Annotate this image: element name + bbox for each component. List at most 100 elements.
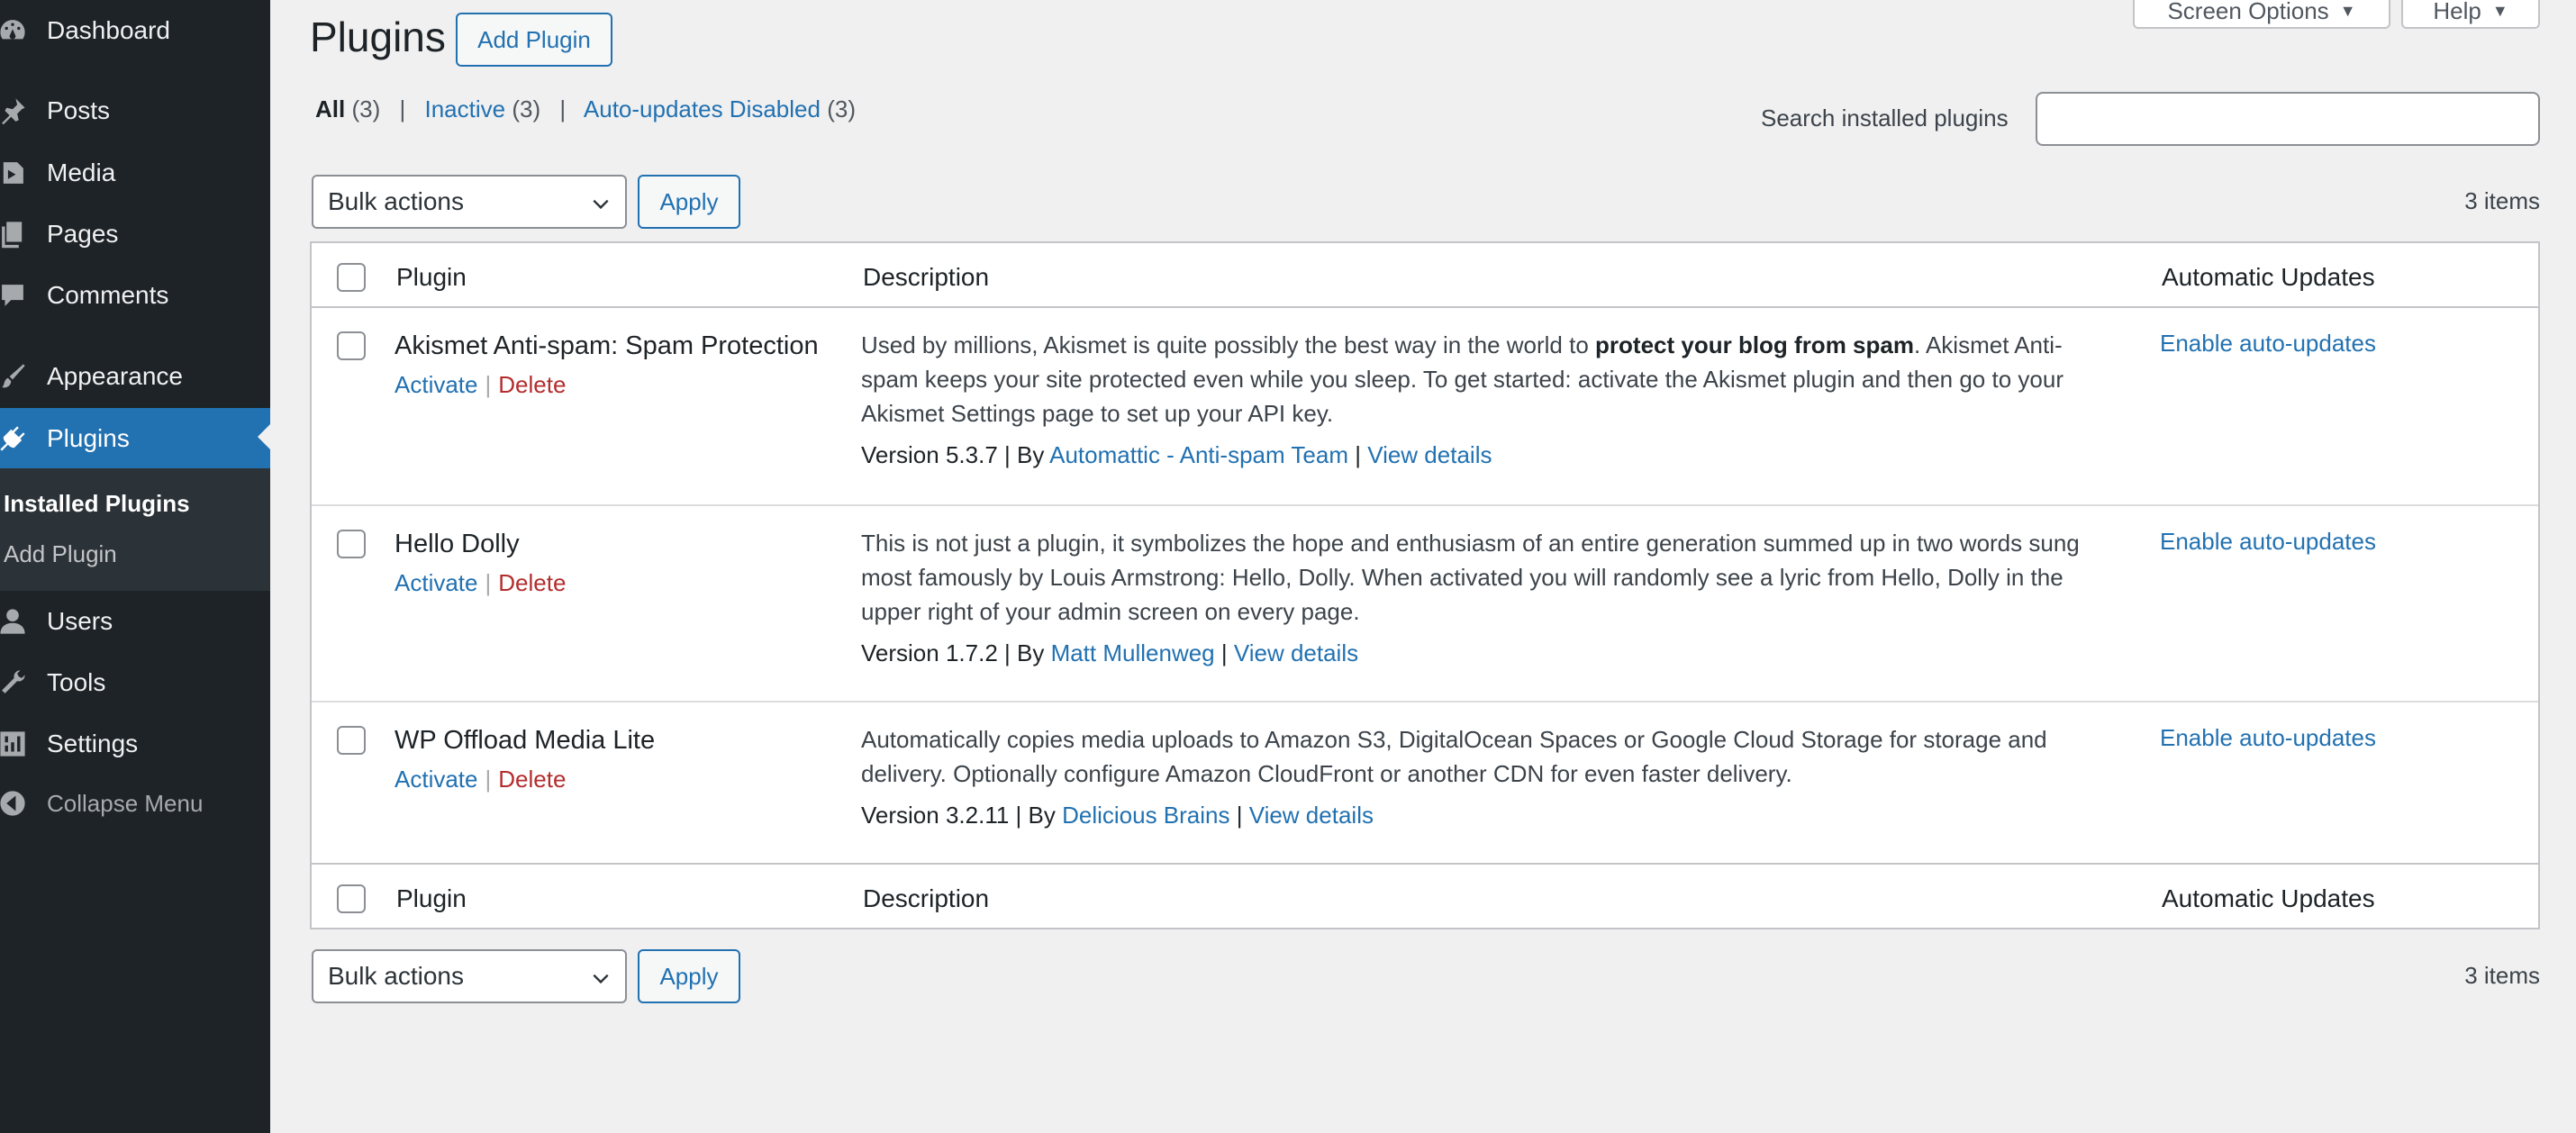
help-button[interactable]: Help ▼ xyxy=(2401,0,2540,29)
row-checkbox[interactable] xyxy=(337,530,366,558)
author-link[interactable]: Delicious Brains xyxy=(1062,802,1229,829)
triangle-down-icon: ▼ xyxy=(2491,1,2508,20)
filter-inactive-link[interactable]: Inactive xyxy=(424,95,505,122)
sidebar-item-posts[interactable]: Posts xyxy=(0,82,270,140)
sidebar-item-label: Tools xyxy=(47,668,106,696)
row-checkbox[interactable] xyxy=(337,331,366,360)
triangle-down-icon: ▼ xyxy=(2339,1,2356,20)
plugin-name: WP Offload Media Lite xyxy=(395,726,656,755)
settings-icon xyxy=(0,726,31,762)
delete-link[interactable]: Delete xyxy=(498,766,566,793)
view-details-link[interactable]: View details xyxy=(1234,639,1358,666)
filter-separator: | xyxy=(399,95,406,122)
apply-button-bottom[interactable]: Apply xyxy=(638,949,740,1003)
sidebar-item-dashboard[interactable]: Dashboard xyxy=(0,2,270,59)
activate-link[interactable]: Activate xyxy=(395,569,478,596)
search-label: Search installed plugins xyxy=(1761,104,2009,131)
delete-link[interactable]: Delete xyxy=(498,569,566,596)
sidebar-item-label: Posts xyxy=(47,96,111,124)
screen-options-button[interactable]: Screen Options ▼ xyxy=(2133,0,2390,29)
sidebar-item-tools[interactable]: Tools xyxy=(0,654,270,712)
activate-link[interactable]: Activate xyxy=(395,766,478,793)
sidebar-item-label: Settings xyxy=(47,730,139,757)
enable-auto-updates-link[interactable]: Enable auto-updates xyxy=(2160,528,2376,556)
sidebar-item-users[interactable]: Users xyxy=(0,593,270,650)
sidebar-item-appearance[interactable]: Appearance xyxy=(0,348,270,405)
wrench-icon xyxy=(0,665,31,701)
bulk-actions-value: Bulk actions xyxy=(328,962,464,990)
sidebar-item-label: Pages xyxy=(47,220,119,248)
column-header-description: Description xyxy=(863,263,990,291)
filter-all-label[interactable]: All xyxy=(315,95,345,122)
bulk-actions-value: Bulk actions xyxy=(328,187,464,215)
sidebar-item-plugins[interactable]: Plugins xyxy=(0,408,270,469)
view-details-link[interactable]: View details xyxy=(1249,802,1374,829)
sidebar-item-label: Comments xyxy=(47,281,169,309)
add-plugin-button[interactable]: Add Plugin xyxy=(456,13,612,67)
table-row: WP Offload Media Lite Activate | Delete Au… xyxy=(312,701,2538,863)
user-icon xyxy=(0,603,31,639)
row-actions: Activate | Delete xyxy=(395,766,566,793)
filter-inactive-count: (3) xyxy=(512,95,541,122)
select-all-checkbox-bottom[interactable] xyxy=(337,884,366,913)
description-text: Used by millions, Akismet is quite possi… xyxy=(861,331,1596,358)
search-input[interactable] xyxy=(2036,92,2540,146)
plugin-description: Automatically copies media uploads to Am… xyxy=(861,726,2047,787)
enable-auto-updates-link[interactable]: Enable auto-updates xyxy=(2160,330,2376,358)
filter-all-count: (3) xyxy=(351,95,381,122)
admin-sidebar: Dashboard Posts Media Pages Comments App… xyxy=(0,0,270,1133)
delete-link[interactable]: Delete xyxy=(498,371,566,398)
by-text: By xyxy=(1028,802,1056,829)
view-details-link[interactable]: View details xyxy=(1367,441,1492,468)
by-text: By xyxy=(1016,441,1045,468)
filter-auto-updates-count: (3) xyxy=(827,95,856,122)
pages-icon xyxy=(0,216,31,252)
filter-separator: | xyxy=(559,95,567,122)
sidebar-item-label: Plugins xyxy=(47,424,130,452)
row-checkbox[interactable] xyxy=(337,726,366,755)
sidebar-item-label: Collapse Menu xyxy=(47,789,204,817)
collapse-menu-button[interactable]: Collapse Menu xyxy=(0,775,270,832)
plugin-version-info: Version 3.2.11 | By Delicious Brains | V… xyxy=(861,802,1374,829)
sidebar-item-comments[interactable]: Comments xyxy=(0,267,270,324)
plugin-status-filters: All (3) | Inactive (3) | Auto-updates Di… xyxy=(315,95,856,123)
sidebar-item-settings[interactable]: Settings xyxy=(0,715,270,773)
filter-auto-updates-disabled-link[interactable]: Auto-updates Disabled xyxy=(584,95,821,122)
items-count-bottom: 3 items xyxy=(2464,962,2540,989)
table-row: Akismet Anti-spam: Spam Protection Activ… xyxy=(312,308,2538,504)
plugins-submenu: Installed Plugins Add Plugin xyxy=(0,468,270,591)
action-separator: | xyxy=(485,766,492,793)
action-separator: | xyxy=(485,569,492,596)
column-footer-plugin: Plugin xyxy=(396,884,467,912)
column-header-automatic-updates: Automatic Updates xyxy=(2162,263,2375,291)
items-count-top: 3 items xyxy=(2464,187,2540,214)
collapse-icon xyxy=(0,785,31,821)
select-all-checkbox[interactable] xyxy=(337,263,366,292)
sidebar-item-media[interactable]: Media xyxy=(0,144,270,202)
sidebar-item-pages[interactable]: Pages xyxy=(0,205,270,263)
pushpin-icon xyxy=(0,93,31,129)
chevron-down-icon xyxy=(591,965,611,985)
plugin-description: Used by millions, Akismet is quite possi… xyxy=(861,328,2086,431)
chevron-down-icon xyxy=(591,191,611,211)
sidebar-item-label: Dashboard xyxy=(47,16,170,44)
sidebar-item-label: Media xyxy=(47,159,116,186)
version-text: Version 5.3.7 xyxy=(861,441,998,468)
submenu-installed-plugins[interactable]: Installed Plugins xyxy=(4,490,190,518)
enable-auto-updates-link[interactable]: Enable auto-updates xyxy=(2160,724,2376,752)
table-header: Plugin Description Automatic Updates xyxy=(312,243,2538,308)
author-link[interactable]: Automattic - Anti-spam Team xyxy=(1049,441,1348,468)
page-title: Plugins xyxy=(310,14,446,60)
bulk-actions-select-top[interactable]: Bulk actions xyxy=(312,175,627,229)
bulk-actions-select-bottom[interactable]: Bulk actions xyxy=(312,949,627,1003)
activate-link[interactable]: Activate xyxy=(395,371,478,398)
apply-button-top[interactable]: Apply xyxy=(638,175,740,229)
paintbrush-icon xyxy=(0,358,31,394)
dashboard-icon xyxy=(0,13,31,49)
plugin-name: Hello Dolly xyxy=(395,530,520,558)
version-text: Version 1.7.2 xyxy=(861,639,998,666)
column-footer-description: Description xyxy=(863,884,990,912)
sidebar-item-label: Appearance xyxy=(47,362,184,390)
author-link[interactable]: Matt Mullenweg xyxy=(1051,639,1215,666)
submenu-add-plugin[interactable]: Add Plugin xyxy=(4,540,117,568)
